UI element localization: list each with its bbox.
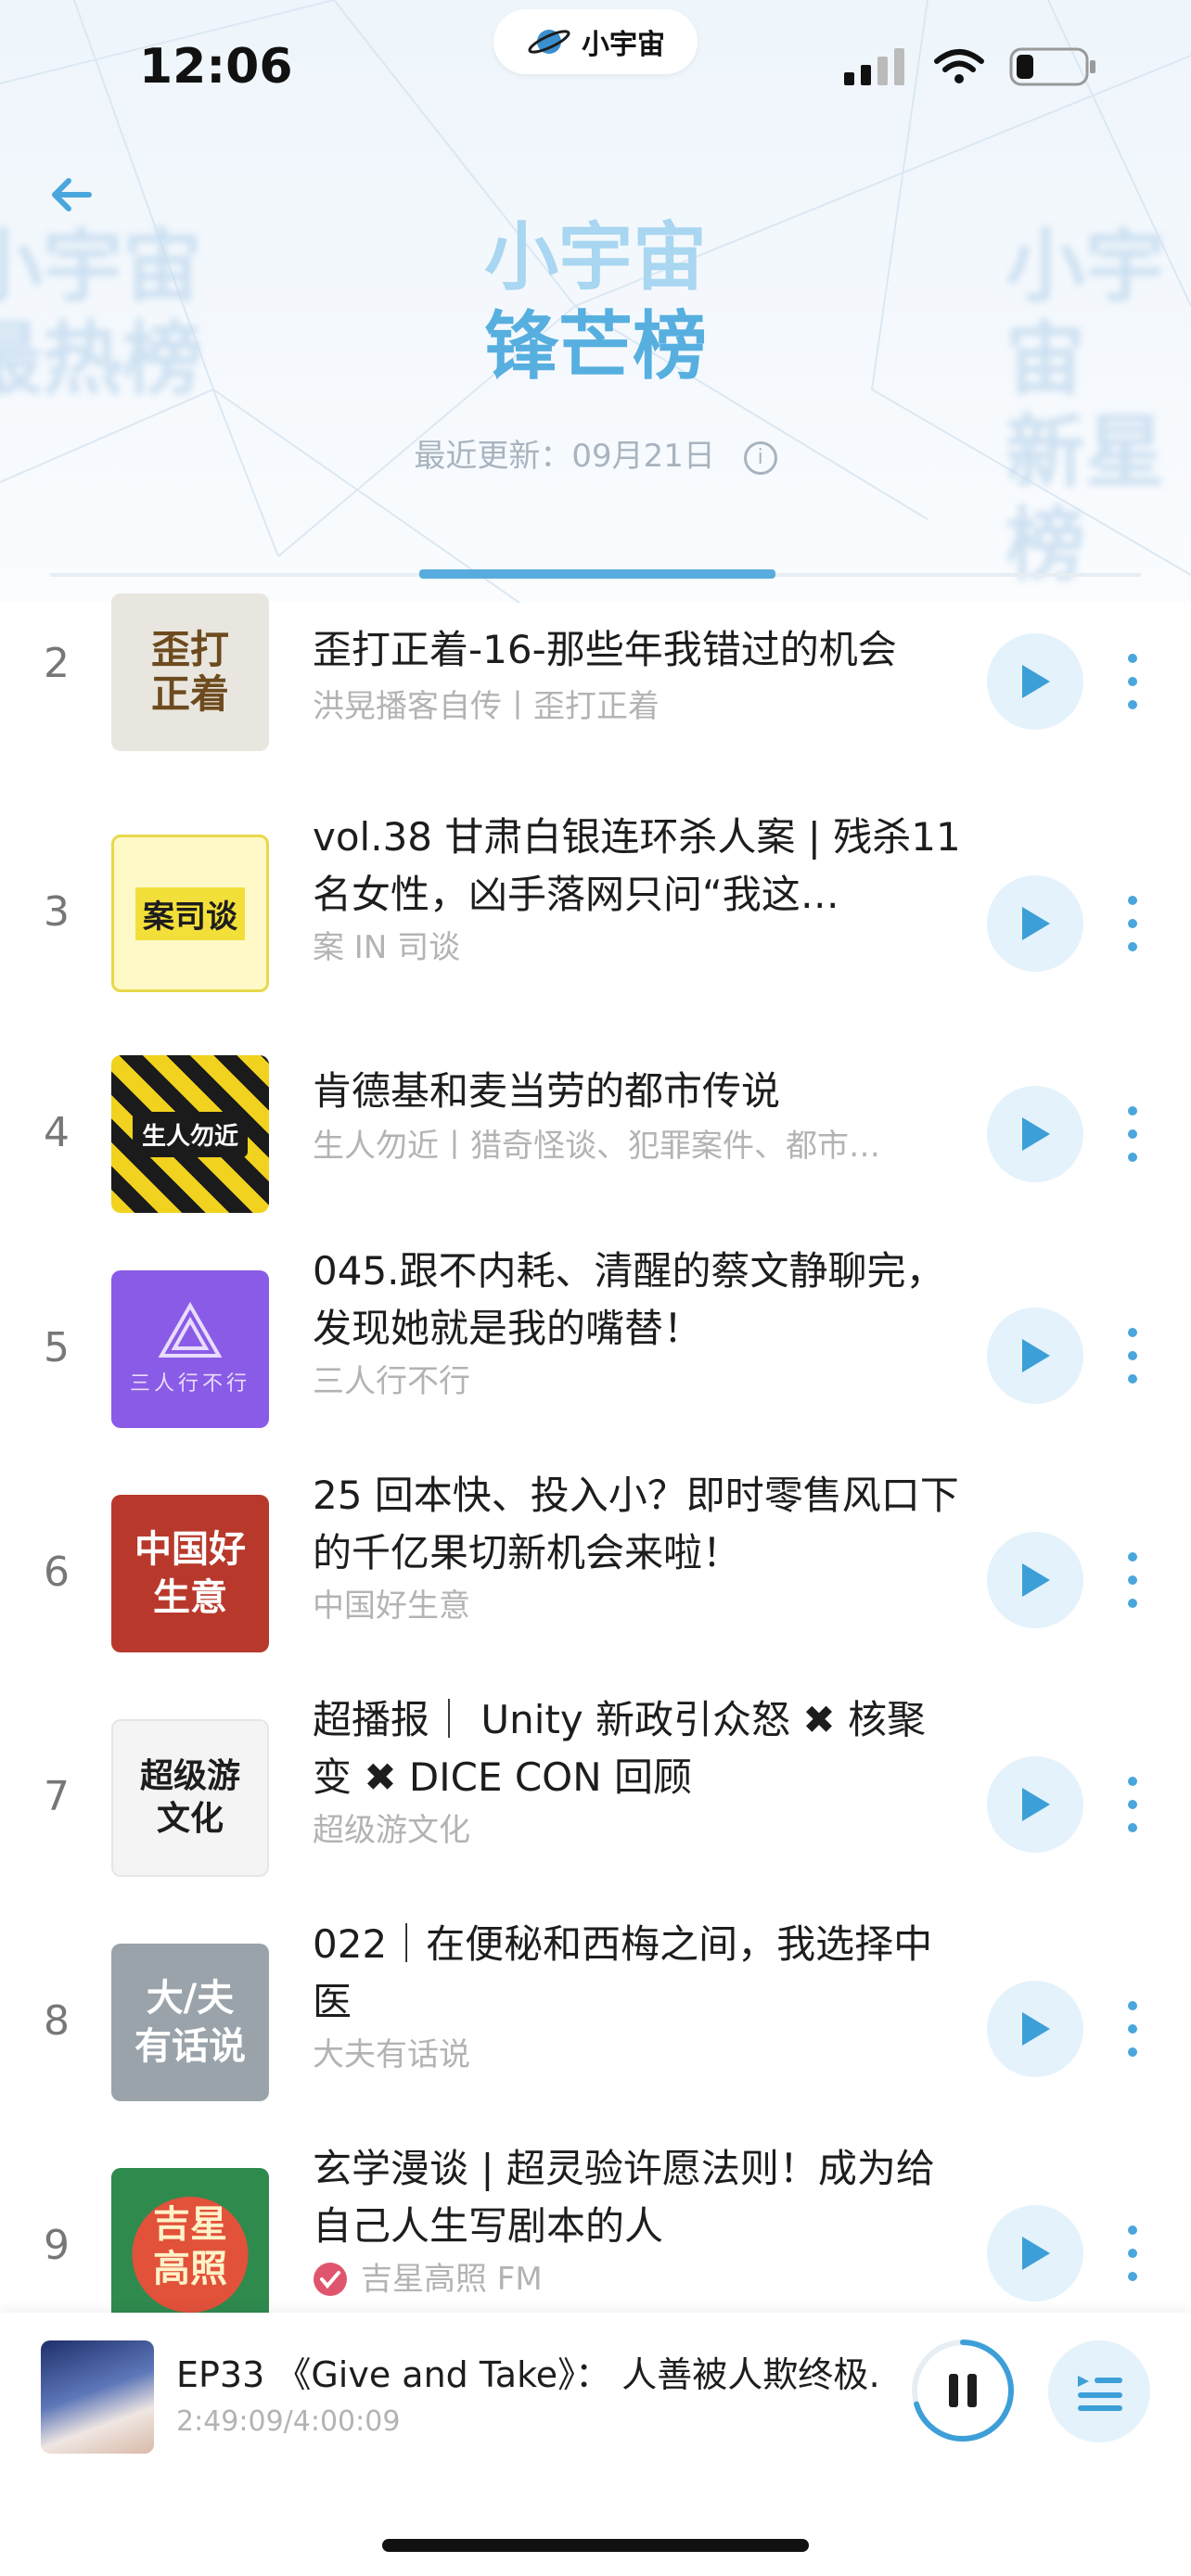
more-options-button[interactable] bbox=[1119, 896, 1146, 951]
rank-number: 3 bbox=[44, 888, 70, 936]
play-button[interactable] bbox=[987, 1086, 1083, 1182]
episode-title[interactable]: 超播报｜ Unity 新政引众怒 ✖ 核聚变 ✖ DICE CON 回顾 bbox=[313, 1691, 962, 1806]
podcast-cover[interactable]: 三人行不行 bbox=[111, 1270, 269, 1428]
list-item[interactable]: 3 案司谈 vol.38 甘肃白银连环杀人案 | 残杀11名女性，凶手落网只问“… bbox=[0, 799, 1191, 1024]
play-icon bbox=[1022, 1339, 1050, 1372]
episode-title[interactable]: 045.跟不内耗、清醒的蔡文静聊完，发现她就是我的嘴替！ bbox=[313, 1243, 962, 1358]
rank-number: 9 bbox=[44, 2222, 70, 2269]
rank-number: 6 bbox=[44, 1549, 70, 1596]
cover-text: 吉星高照 bbox=[153, 2203, 227, 2290]
podcast-name: 吉星高照 FM bbox=[361, 2261, 543, 2298]
rank-number: 4 bbox=[44, 1109, 70, 1156]
play-icon bbox=[1022, 907, 1050, 940]
brand-label: 小宇宙 bbox=[582, 29, 665, 61]
planet-icon bbox=[528, 30, 570, 54]
podcast-name[interactable]: 生人勿近丨猎奇怪谈、犯罪案件、都市… bbox=[313, 1126, 943, 1167]
cover-text: 中国好生意 bbox=[134, 1528, 246, 1619]
more-options-button[interactable] bbox=[1119, 1106, 1146, 1162]
last-updated-text: 最近更新：09月21日 bbox=[414, 438, 715, 475]
cover-text: 案司谈 bbox=[135, 886, 245, 940]
podcast-cover[interactable]: 案司谈 bbox=[111, 835, 269, 992]
wifi-icon bbox=[934, 49, 984, 83]
play-icon bbox=[1022, 665, 1050, 698]
play-button[interactable] bbox=[987, 1532, 1083, 1628]
podcast-name-row[interactable]: 吉星高照 FM bbox=[313, 2259, 943, 2300]
episode-title[interactable]: vol.38 甘肃白银连环杀人案 | 残杀11名女性，凶手落网只问“我这… bbox=[313, 809, 962, 924]
play-icon bbox=[1022, 2012, 1050, 2046]
more-options-button[interactable] bbox=[1119, 1552, 1146, 1608]
list-item[interactable]: 7 超级游文化 超播报｜ Unity 新政引众怒 ✖ 核聚变 ✖ DICE CO… bbox=[0, 1691, 1191, 1916]
battery-icon bbox=[1009, 47, 1095, 86]
chart-title-line1: 小宇宙 bbox=[484, 214, 707, 300]
chart-title-line2: 锋芒榜 bbox=[484, 303, 707, 389]
cover-text: 大/夫有话说 bbox=[134, 1977, 246, 2068]
podcast-name[interactable]: 案 IN 司谈 bbox=[313, 927, 943, 968]
more-options-button[interactable] bbox=[1119, 2001, 1146, 2057]
episode-title[interactable]: 玄学漫谈 | 超灵验许愿法则！成为给自己人生写剧本的人 bbox=[313, 2140, 962, 2255]
podcast-name[interactable]: 大夫有话说 bbox=[313, 2034, 943, 2075]
podcast-cover[interactable]: 吉星高照 bbox=[111, 2168, 269, 2326]
podcast-cover[interactable]: 超级游文化 bbox=[111, 1719, 269, 1877]
list-item[interactable]: 8 大/夫有话说 022｜在便秘和西梅之间，我选择中医 大夫有话说 bbox=[0, 1916, 1191, 2140]
rank-number: 8 bbox=[44, 1997, 70, 2045]
more-options-button[interactable] bbox=[1119, 2225, 1146, 2281]
podcast-name[interactable]: 洪晃播客自传丨歪打正着 bbox=[313, 686, 943, 727]
verified-check-icon bbox=[314, 2263, 347, 2296]
more-options-button[interactable] bbox=[1119, 1328, 1146, 1384]
podcast-name[interactable]: 超级游文化 bbox=[313, 1810, 943, 1851]
cover-text: 生人勿近 bbox=[132, 1111, 248, 1157]
chart-header: 小宇宙 最热榜 小宇宙 新星榜 12:06 小宇宙 小宇宙 锋芒榜 最近更新：0… bbox=[0, 0, 1191, 603]
playlist-button[interactable] bbox=[1048, 2340, 1150, 2442]
now-playing-title[interactable]: EP33 《Give and Take》： 人善被人欺终极… bbox=[176, 2346, 881, 2397]
rank-number: 2 bbox=[44, 640, 70, 687]
last-updated: 最近更新：09月21日 i bbox=[0, 430, 1191, 476]
play-button[interactable] bbox=[987, 1756, 1083, 1853]
podcast-name[interactable]: 三人行不行 bbox=[313, 1361, 943, 1402]
cellular-signal-icon bbox=[844, 48, 904, 85]
play-button[interactable] bbox=[987, 875, 1083, 972]
rank-number: 5 bbox=[44, 1324, 70, 1371]
play-icon bbox=[1022, 1788, 1050, 1821]
play-icon bbox=[1022, 2237, 1050, 2270]
status-time: 12:06 bbox=[139, 39, 293, 95]
podcast-name[interactable]: 中国好生意 bbox=[313, 1586, 943, 1626]
episode-title[interactable]: 25 回本快、投入小？即时零售风口下的千亿果切新机会来啦！ bbox=[313, 1467, 962, 1582]
play-icon bbox=[1022, 1117, 1050, 1151]
podcast-cover[interactable]: 中国好生意 bbox=[111, 1495, 269, 1652]
podcast-cover[interactable]: 生人勿近 bbox=[111, 1055, 269, 1213]
podcast-cover[interactable]: 歪打正着 bbox=[111, 593, 269, 751]
home-indicator[interactable] bbox=[382, 2539, 809, 2552]
podcast-cover[interactable]: 大/夫有话说 bbox=[111, 1944, 269, 2101]
playback-time: 2:49:09/4:00:09 bbox=[176, 2405, 401, 2438]
playlist-icon bbox=[1078, 2376, 1122, 2411]
list-item[interactable]: 6 中国好生意 25 回本快、投入小？即时零售风口下的千亿果切新机会来啦！ 中国… bbox=[0, 1467, 1191, 1691]
play-button[interactable] bbox=[987, 2205, 1083, 2302]
episode-title[interactable]: 歪打正着-16-那些年我错过的机会 bbox=[313, 621, 962, 679]
episode-title[interactable]: 肯德基和麦当劳的都市传说 bbox=[313, 1063, 962, 1120]
now-playing-cover[interactable] bbox=[41, 2340, 154, 2454]
cover-text: 三人行不行 bbox=[129, 1372, 250, 1396]
rank-number: 7 bbox=[44, 1773, 70, 1820]
brand-pill: 小宇宙 bbox=[493, 9, 698, 74]
pause-button[interactable] bbox=[909, 2337, 1017, 2444]
triangle-logo-icon bbox=[158, 1302, 223, 1358]
list-item[interactable]: 2 歪打正着 歪打正着-16-那些年我错过的机会 洪晃播客自传丨歪打正着 bbox=[0, 575, 1191, 799]
play-button[interactable] bbox=[987, 633, 1083, 730]
cover-text: 歪打正着 bbox=[150, 627, 229, 717]
more-options-button[interactable] bbox=[1119, 654, 1146, 709]
status-icons bbox=[844, 46, 1098, 87]
play-icon bbox=[1022, 1563, 1050, 1597]
list-item[interactable]: 4 生人勿近 肯德基和麦当劳的都市传说 生人勿近丨猎奇怪谈、犯罪案件、都市… bbox=[0, 1027, 1191, 1252]
play-button[interactable] bbox=[987, 1307, 1083, 1404]
mini-player[interactable]: EP33 《Give and Take》： 人善被人欺终极… 2:49:09/4… bbox=[0, 2313, 1191, 2576]
list-item[interactable]: 5 三人行不行 045.跟不内耗、清醒的蔡文静聊完，发现她就是我的嘴替！ 三人行… bbox=[0, 1243, 1191, 1467]
info-icon[interactable]: i bbox=[743, 440, 777, 475]
more-options-button[interactable] bbox=[1119, 1777, 1146, 1832]
episode-title[interactable]: 022｜在便秘和西梅之间，我选择中医 bbox=[313, 1916, 962, 2031]
play-button[interactable] bbox=[987, 1981, 1083, 2077]
cover-text: 超级游文化 bbox=[139, 1757, 240, 1838]
